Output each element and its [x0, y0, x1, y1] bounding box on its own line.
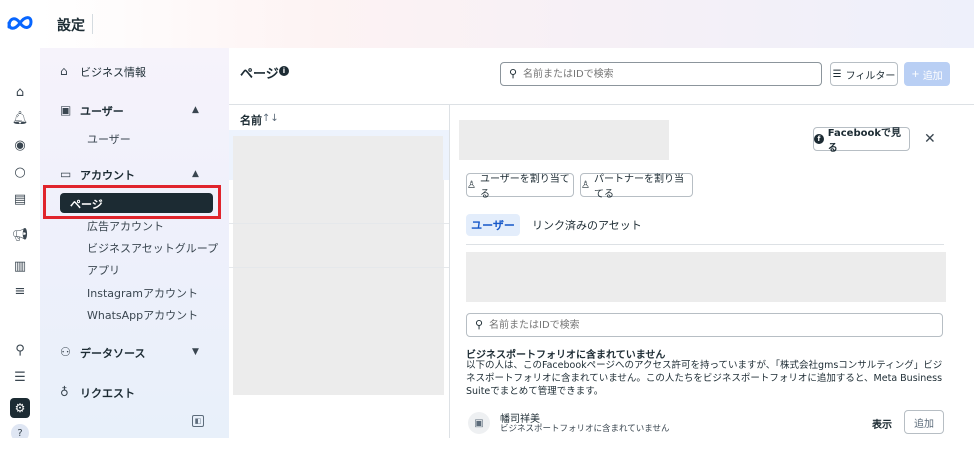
page-title: 設定: [57, 18, 85, 34]
tab-divider: [466, 244, 944, 245]
home-icon[interactable]: ⌂: [10, 82, 30, 102]
user-card-icon: ▣: [60, 103, 72, 117]
table-row[interactable]: [229, 130, 449, 180]
settings-nav: ⌂ ビジネス情報 ▣ ユーザー ▲ ユーザー ▭ アカウント ▲ 広告アカウント…: [40, 48, 229, 438]
redacted-block: [466, 252, 946, 302]
search-box[interactable]: ⚲: [500, 62, 822, 86]
view-on-facebook-label: Facebookで見る: [827, 128, 902, 154]
gear-icon[interactable]: ⚙: [10, 398, 30, 418]
redacted-block: [233, 136, 443, 180]
nav-users-item[interactable]: ユーザー: [87, 131, 131, 147]
wallet-icon: ▭: [60, 167, 72, 181]
section-title: ページ: [240, 67, 279, 82]
sort-icon[interactable]: ↑↓: [262, 113, 279, 124]
search-icon[interactable]: ⚲: [10, 340, 30, 360]
data-sources-icon: ⚇: [60, 345, 71, 359]
nav-users-section[interactable]: ユーザー: [80, 103, 124, 119]
row-divider: [229, 223, 449, 224]
megaphone-icon[interactable]: 📢︎: [10, 225, 30, 245]
column-header-name[interactable]: 名前: [240, 112, 262, 128]
meta-logo-icon[interactable]: [6, 14, 34, 32]
icon-rail: ⌂ 🔔︎ ◉ ○ ▤ 📢︎ ▥ ≡ ⚲ ☰ ⚙ ?: [0, 0, 40, 452]
assign-partners-button[interactable]: ♙ パートナーを割り当てる: [580, 173, 693, 200]
view-person-button[interactable]: 表示: [872, 416, 892, 431]
briefcase-icon: ⌂: [60, 64, 68, 78]
nav-apps[interactable]: アプリ: [87, 262, 120, 278]
nav-business-asset-groups[interactable]: ビジネスアセットグループ: [87, 240, 218, 256]
info-icon[interactable]: i: [279, 66, 289, 76]
add-person-button[interactable]: 追加: [904, 410, 944, 434]
not-in-portfolio-description: 以下の人は、このFacebookページへのアクセス許可を持っていますが、「株式会…: [466, 360, 943, 397]
nav-whatsapp-accounts[interactable]: WhatsAppアカウント: [87, 307, 198, 323]
analytics-icon[interactable]: ▥: [10, 256, 30, 276]
person-status: ビジネスポートフォリオに含まれていません: [500, 424, 670, 434]
column-divider: [449, 104, 450, 438]
redacted-block: [233, 180, 444, 395]
search-icon: ⚲: [509, 67, 518, 80]
assign-users-label: ユーザーを割り当てる: [479, 174, 570, 200]
chevron-up-icon[interactable]: ▲: [192, 105, 199, 115]
facebook-icon: f: [814, 134, 824, 144]
page-bottom: [0, 438, 974, 452]
add-button[interactable]: + 追加: [904, 62, 950, 86]
redacted-block: [459, 120, 669, 160]
tab-users[interactable]: ユーザー: [466, 214, 520, 236]
inbox-icon[interactable]: ▤: [10, 189, 30, 209]
people-search-box[interactable]: ⚲: [466, 313, 943, 337]
filter-label: フィルター: [845, 70, 896, 82]
circle-icon[interactable]: ○: [10, 162, 30, 182]
nav-data-sources[interactable]: データソース: [80, 345, 145, 361]
filter-icon: ☰: [832, 68, 842, 80]
nav-ad-accounts[interactable]: 広告アカウント: [87, 218, 164, 234]
assign-users-button[interactable]: ♙ ユーザーを割り当てる: [466, 173, 574, 200]
plus-icon: +: [911, 68, 920, 80]
nav-instagram-accounts[interactable]: Instagramアカウント: [87, 285, 198, 301]
person-icon: ♙: [581, 179, 590, 191]
chevron-up-icon[interactable]: ▲: [192, 169, 199, 179]
title-divider: [92, 14, 93, 34]
highlight-box: [43, 185, 221, 219]
list-icon[interactable]: ☰: [10, 367, 30, 387]
assign-partners-label: パートナーを割り当てる: [593, 174, 684, 200]
header-divider: [229, 104, 974, 105]
menu-icon[interactable]: ≡: [10, 281, 30, 301]
person-icon: ♙: [467, 179, 476, 191]
search-input[interactable]: [523, 66, 813, 82]
compass-icon[interactable]: ◉: [10, 135, 30, 155]
add-label: 追加: [922, 70, 943, 82]
nav-requests[interactable]: リクエスト: [80, 385, 135, 401]
bell-icon[interactable]: 🔔︎: [10, 108, 30, 128]
nav-business-info[interactable]: ビジネス情報: [80, 64, 146, 80]
filter-button[interactable]: ☰ フィルター: [830, 62, 898, 86]
top-bar: [40, 0, 974, 48]
people-search-input[interactable]: [489, 317, 929, 333]
chevron-down-icon[interactable]: ▼: [192, 347, 199, 357]
search-icon: ⚲: [475, 318, 484, 331]
row-divider: [229, 267, 449, 268]
nav-accounts-section[interactable]: アカウント: [80, 167, 135, 183]
tab-linked-assets[interactable]: リンク済みのアセット: [532, 217, 642, 233]
person-badge-icon: ▣: [468, 412, 490, 434]
view-on-facebook-button[interactable]: f Facebookで見る: [813, 127, 910, 154]
close-icon[interactable]: ✕: [924, 131, 936, 147]
requests-icon: ♁: [60, 385, 69, 399]
collapse-panel-icon[interactable]: ◧: [192, 415, 204, 427]
